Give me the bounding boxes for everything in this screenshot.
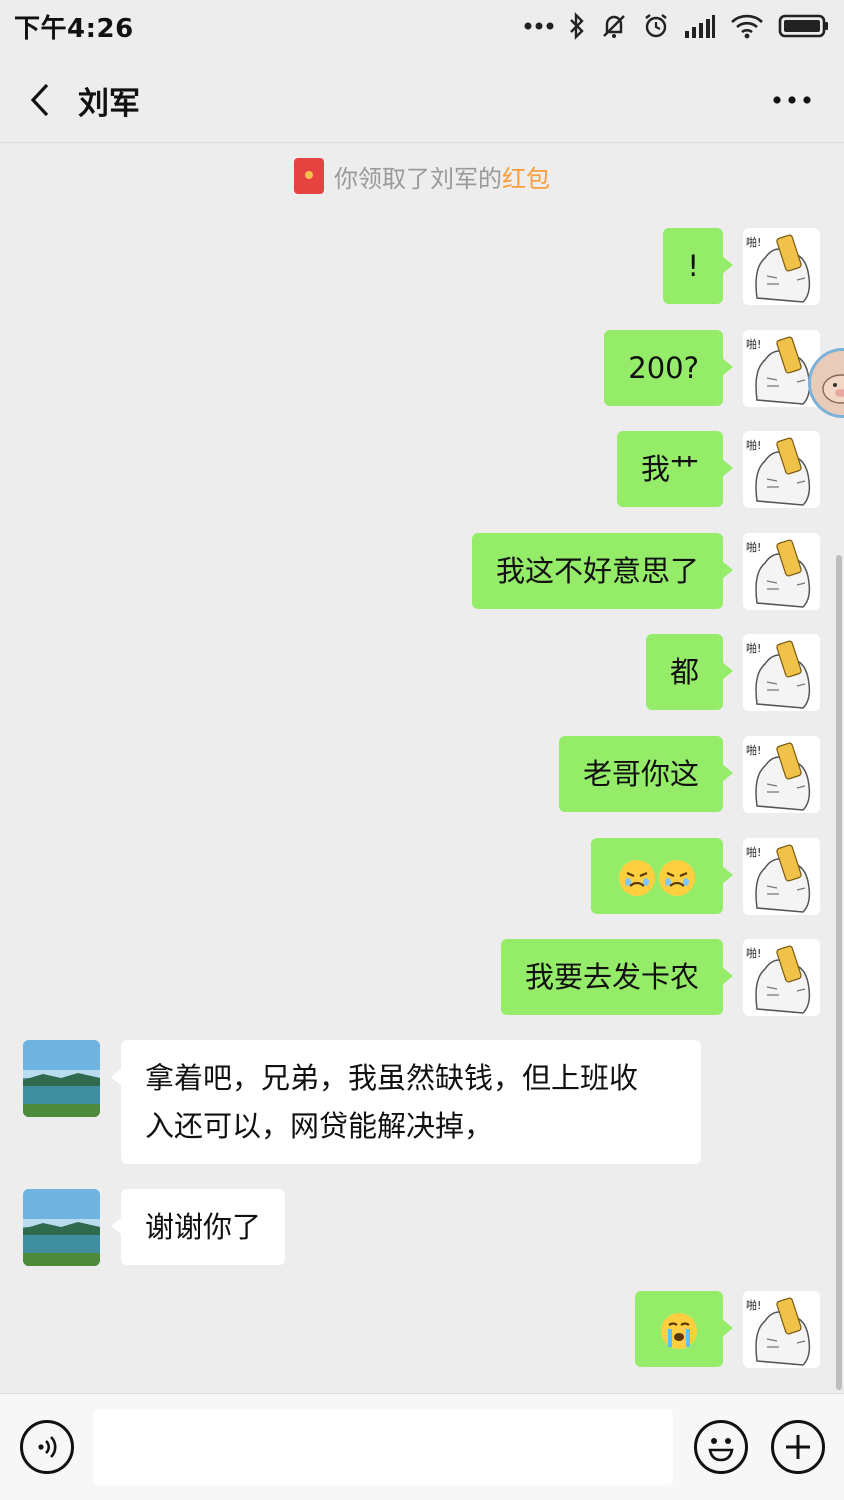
my-avatar[interactable]: 啪! [743, 228, 820, 305]
message-text-line: 拿着吧，兄弟，我虽然缺钱，但上班收 [145, 1061, 639, 1095]
message-bubble[interactable]: 我艹 [616, 431, 734, 507]
svg-text:啪!: 啪! [746, 337, 761, 351]
red-packet-icon [294, 158, 324, 194]
message-bubble[interactable]: 200? [604, 330, 733, 406]
alarm-icon [645, 14, 667, 38]
cat-sticker-avatar: 啪! [743, 634, 820, 711]
red-packet-link[interactable]: 红包 [502, 165, 550, 193]
chat-title: 刘军 [78, 86, 140, 122]
svg-text:啪!: 啪! [746, 235, 761, 249]
message-text: ! [687, 249, 699, 283]
message-text: 我这不好意思了 [495, 554, 699, 588]
back-button[interactable] [18, 76, 62, 124]
more-dots-icon [524, 22, 554, 30]
mute-bell-icon [603, 15, 625, 38]
my-avatar[interactable]: 啪! [743, 533, 820, 610]
sad-face-emoji [659, 860, 695, 896]
more-functions-button[interactable] [771, 1420, 825, 1474]
status-bar: 下午4:26 [0, 0, 844, 52]
svg-text:啪!: 啪! [746, 1298, 761, 1312]
battery-icon [778, 14, 828, 38]
message-text: 谢谢你了 [145, 1210, 262, 1244]
message-bubble[interactable]: 我要去发卡农 [500, 939, 734, 1015]
status-icons [524, 12, 830, 40]
friend-avatar[interactable] [23, 1040, 100, 1117]
lake-landscape-avatar [23, 1040, 100, 1117]
smiley-icon [708, 1438, 734, 1462]
status-time: 下午4:26 [14, 13, 134, 44]
friend-avatar[interactable] [23, 1189, 100, 1266]
signal-icon [685, 15, 715, 38]
svg-text:啪!: 啪! [746, 743, 761, 757]
message-text-line: 入还可以，网贷能解决掉， [145, 1109, 494, 1143]
cat-sticker-avatar: 啪! [743, 838, 820, 915]
cat-sticker-avatar: 啪! [743, 330, 820, 407]
message-bubble[interactable]: ! [663, 228, 733, 304]
voice-icon [38, 1436, 57, 1458]
message-bubble[interactable]: 谢谢你了 [110, 1189, 286, 1265]
my-avatar[interactable]: 啪! [743, 431, 820, 508]
cat-sticker-avatar: 啪! [743, 533, 820, 610]
svg-text:啪!: 啪! [746, 641, 761, 655]
my-avatar[interactable]: 啪! [743, 330, 820, 407]
pig-avatar-icon [811, 351, 844, 415]
bluetooth-icon [570, 12, 584, 40]
message-text: 我要去发卡农 [524, 960, 699, 994]
notice-text: 你领取了刘军的 [334, 164, 502, 193]
svg-text:啪!: 啪! [746, 438, 761, 452]
message-text: 都 [669, 655, 699, 689]
more-dots-icon [773, 96, 811, 104]
message-text: 200? [628, 351, 699, 385]
chat-input-bar [0, 1393, 844, 1500]
chat-header: 刘军 [0, 60, 844, 140]
my-avatar[interactable]: 啪! [743, 736, 820, 813]
cat-sticker-avatar: 啪! [743, 1291, 820, 1368]
sad-face-emoji [619, 860, 655, 896]
message-bubble[interactable] [591, 838, 733, 914]
more-options-button[interactable] [770, 80, 814, 120]
message-text: 老哥你这 [582, 757, 699, 791]
plus-icon [786, 1435, 810, 1459]
header-divider [0, 142, 844, 143]
svg-text:啪!: 啪! [746, 845, 761, 859]
message-bubble[interactable]: 我这不好意思了 [471, 533, 734, 609]
crying-face-emoji [661, 1313, 697, 1349]
message-bubble[interactable]: 拿着吧，兄弟，我虽然缺钱，但上班收 入还可以，网贷能解决掉， [111, 1040, 701, 1164]
my-avatar[interactable]: 啪! [743, 838, 820, 915]
red-packet-notice: 你领取了刘军的红包 [0, 158, 844, 194]
svg-text:啪!: 啪! [746, 540, 761, 554]
message-bubble[interactable]: 老哥你这 [558, 736, 734, 812]
svg-text:啪!: 啪! [746, 946, 761, 960]
cat-sticker-avatar: 啪! [743, 736, 820, 813]
chat-scrollbar[interactable] [836, 555, 842, 1390]
my-avatar[interactable]: 啪! [743, 939, 820, 1016]
chevron-left-icon [30, 83, 49, 117]
my-avatar[interactable]: 啪! [743, 1291, 820, 1368]
wifi-icon [731, 14, 763, 39]
message-bubble[interactable]: 都 [645, 634, 734, 710]
emoji-button[interactable] [694, 1420, 748, 1474]
message-text: 我艹 [640, 452, 699, 486]
message-bubble[interactable] [635, 1291, 733, 1367]
my-avatar[interactable]: 啪! [743, 634, 820, 711]
cat-sticker-avatar: 啪! [743, 228, 820, 305]
message-input[interactable] [93, 1409, 673, 1485]
voice-input-button[interactable] [20, 1420, 74, 1474]
cat-sticker-avatar: 啪! [743, 431, 820, 508]
cat-sticker-avatar: 啪! [743, 939, 820, 1016]
lake-landscape-avatar [23, 1189, 100, 1266]
